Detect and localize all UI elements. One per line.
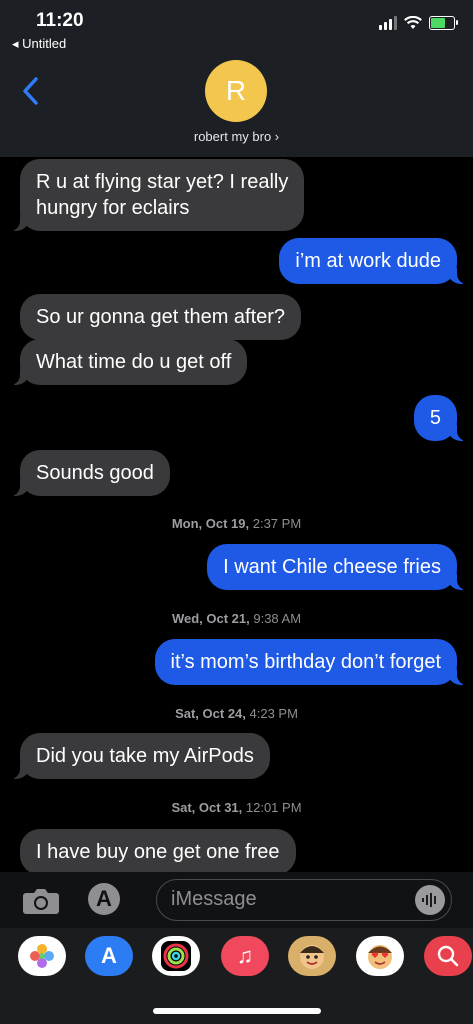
message-bubble-incoming[interactable]: Did you take my AirPods bbox=[8, 733, 270, 779]
message-bubble-incoming[interactable]: R u at flying star yet? I really hungry … bbox=[7, 159, 305, 231]
timestamp: Sat, Oct 24, 4:23 PM bbox=[175, 706, 298, 721]
timestamp: Mon, Oct 19, 2:37 PM bbox=[171, 516, 302, 531]
activity-icon[interactable] bbox=[152, 936, 200, 976]
back-to-app-link[interactable]: ◂ Untitled bbox=[12, 36, 66, 52]
imessage-input-field[interactable] bbox=[156, 879, 452, 921]
back-chevron-icon[interactable] bbox=[18, 74, 46, 108]
message-bubble-outgoing[interactable]: I want Chile cheese fries bbox=[207, 544, 469, 590]
memoji-heart-eyes-icon[interactable] bbox=[356, 936, 404, 976]
contact-avatar[interactable]: R bbox=[205, 60, 267, 122]
conversation-header: 11:20 ◂ Untitled R robert my bro › bbox=[0, 0, 473, 157]
message-bubble-incoming[interactable]: Sounds good bbox=[8, 450, 170, 496]
photos-icon[interactable] bbox=[18, 936, 66, 976]
timestamp: Sat, Oct 31, 12:01 PM bbox=[171, 800, 302, 815]
message-bubble-outgoing[interactable]: it’s mom’s birthday don’t forget bbox=[154, 639, 469, 685]
app-store-icon[interactable]: A bbox=[85, 936, 133, 976]
battery-icon bbox=[429, 16, 458, 30]
app-store-icon[interactable]: A bbox=[88, 883, 120, 915]
status-icons bbox=[379, 16, 458, 30]
contact-name[interactable]: robert my bro › bbox=[0, 129, 473, 144]
camera-icon[interactable] bbox=[22, 887, 60, 915]
cellular-signal-icon bbox=[379, 16, 397, 30]
audio-message-icon[interactable] bbox=[415, 885, 445, 915]
memoji-icon[interactable] bbox=[288, 936, 336, 976]
status-time: 11:20 bbox=[36, 10, 84, 31]
wifi-icon bbox=[404, 16, 422, 29]
message-bubble-incoming[interactable]: So ur gonna get them after? bbox=[20, 294, 302, 340]
web-search-icon[interactable] bbox=[424, 936, 472, 976]
home-indicator[interactable] bbox=[153, 1008, 321, 1014]
message-input[interactable] bbox=[157, 880, 401, 919]
message-bubble-incoming[interactable]: What time do u get off bbox=[7, 339, 248, 385]
message-bubble-outgoing[interactable]: 5 bbox=[413, 395, 470, 441]
music-icon[interactable]: ♫ bbox=[221, 936, 269, 976]
message-bubble-outgoing[interactable]: i’m at work dude bbox=[279, 238, 469, 284]
timestamp: Wed, Oct 21, 9:38 AM bbox=[171, 611, 302, 626]
message-bubble-incoming[interactable]: I have buy one get one free bbox=[20, 829, 296, 875]
